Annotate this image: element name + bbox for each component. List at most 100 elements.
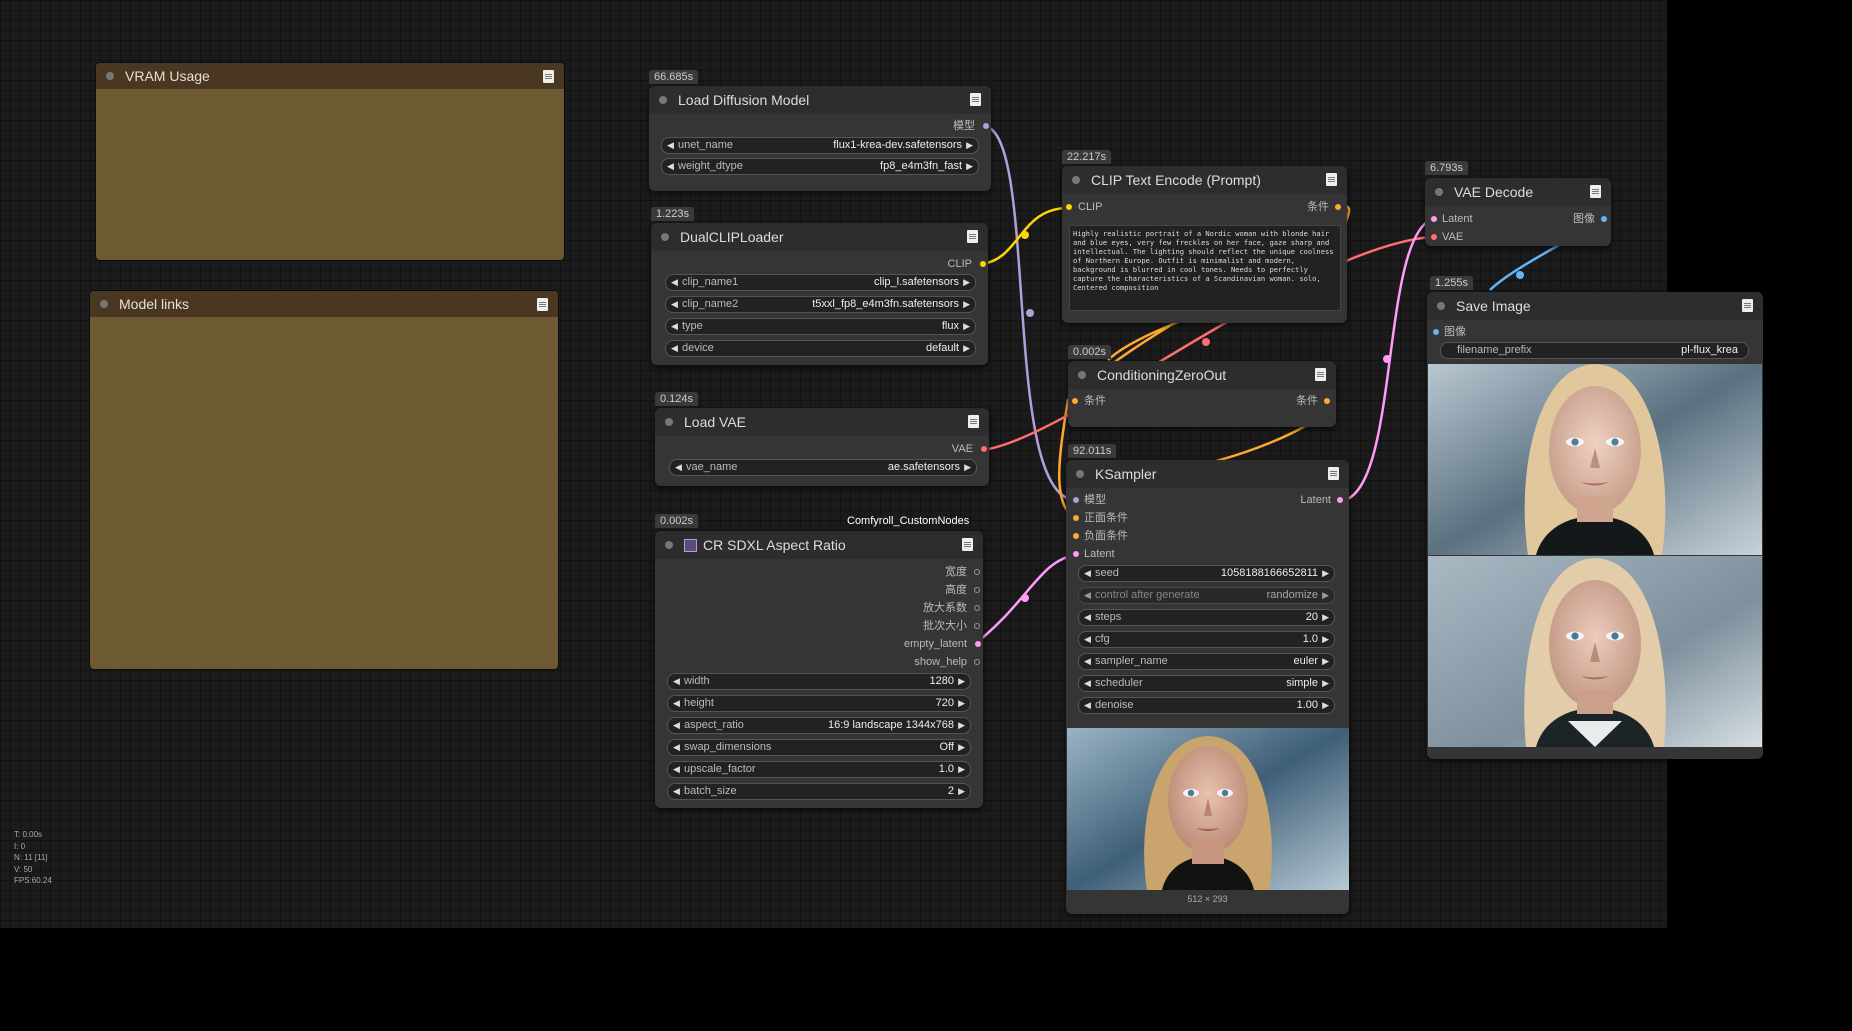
output-slot-height[interactable] xyxy=(974,587,980,593)
collapse-dot-icon[interactable] xyxy=(661,233,669,241)
collapse-dot-icon[interactable] xyxy=(100,300,108,308)
output-slot-model[interactable] xyxy=(983,123,989,129)
arrow-left-icon[interactable]: ◀ xyxy=(673,674,680,689)
arrow-left-icon[interactable]: ◀ xyxy=(1084,632,1091,647)
arrow-left-icon[interactable]: ◀ xyxy=(1084,566,1091,581)
output-slot-conditioning[interactable] xyxy=(1335,204,1341,210)
widget-type[interactable]: ◀ type flux ▶ xyxy=(665,318,976,335)
arrow-left-icon[interactable]: ◀ xyxy=(667,159,674,174)
widget-seed[interactable]: ◀ seed 1058188166652811 ▶ xyxy=(1078,565,1335,582)
arrow-left-icon[interactable]: ◀ xyxy=(671,341,678,356)
arrow-left-icon[interactable]: ◀ xyxy=(673,696,680,711)
widget-sampler-name[interactable]: ◀ sampler_name euler ▶ xyxy=(1078,653,1335,670)
arrow-right-icon[interactable]: ▶ xyxy=(964,460,971,475)
input-slot-latent[interactable] xyxy=(1073,551,1079,557)
node-title-bar[interactable]: Load Diffusion Model xyxy=(649,86,991,114)
node-load-diffusion-model[interactable]: Load Diffusion Model 模型 ◀ unet_name flux… xyxy=(649,86,991,191)
arrow-right-icon[interactable]: ▶ xyxy=(958,740,965,755)
widget-scheduler[interactable]: ◀ scheduler simple ▶ xyxy=(1078,675,1335,692)
arrow-right-icon[interactable]: ▶ xyxy=(963,319,970,334)
widget-cfg[interactable]: ◀ cfg 1.0 ▶ xyxy=(1078,631,1335,648)
output-slot-latent[interactable] xyxy=(1337,497,1343,503)
arrow-left-icon[interactable]: ◀ xyxy=(1084,654,1091,669)
output-slot-width[interactable] xyxy=(974,569,980,575)
arrow-right-icon[interactable]: ▶ xyxy=(958,674,965,689)
collapse-dot-icon[interactable] xyxy=(665,418,673,426)
document-icon[interactable] xyxy=(1328,467,1339,480)
arrow-right-icon[interactable]: ▶ xyxy=(963,297,970,312)
input-slot-model[interactable] xyxy=(1073,497,1079,503)
node-title-bar[interactable]: KSampler xyxy=(1066,460,1349,488)
output-slot-conditioning[interactable] xyxy=(1324,398,1330,404)
input-slot-clip[interactable] xyxy=(1066,204,1072,210)
arrow-left-icon[interactable]: ◀ xyxy=(673,784,680,799)
arrow-right-icon[interactable]: ▶ xyxy=(966,159,973,174)
collapse-dot-icon[interactable] xyxy=(1078,371,1086,379)
input-slot-image[interactable] xyxy=(1433,329,1439,335)
arrow-right-icon[interactable]: ▶ xyxy=(1322,588,1329,603)
output-slot-clip[interactable] xyxy=(980,261,986,267)
widget-vae-name[interactable]: ◀ vae_name ae.safetensors ▶ xyxy=(669,459,977,476)
document-icon[interactable] xyxy=(1315,368,1326,381)
group-vram-usage[interactable]: VRAM Usage xyxy=(96,63,564,260)
arrow-right-icon[interactable]: ▶ xyxy=(1322,654,1329,669)
widget-upscale-factor[interactable]: ◀ upscale_factor 1.0 ▶ xyxy=(667,761,971,778)
arrow-right-icon[interactable]: ▶ xyxy=(1322,610,1329,625)
arrow-right-icon[interactable]: ▶ xyxy=(958,718,965,733)
document-icon[interactable] xyxy=(543,70,554,83)
arrow-left-icon[interactable]: ◀ xyxy=(1084,698,1091,713)
arrow-right-icon[interactable]: ▶ xyxy=(958,762,965,777)
widget-batch-size[interactable]: ◀ batch_size 2 ▶ xyxy=(667,783,971,800)
widget-filename-prefix[interactable]: filename_prefix pl-flux_krea xyxy=(1440,342,1749,359)
saved-image-1[interactable] xyxy=(1428,364,1762,555)
node-title-bar[interactable]: CLIP Text Encode (Prompt) xyxy=(1062,166,1347,194)
output-slot-show-help[interactable] xyxy=(974,659,980,665)
group-title-bar[interactable]: VRAM Usage xyxy=(96,63,564,89)
collapse-dot-icon[interactable] xyxy=(1437,302,1445,310)
node-title-bar[interactable]: Load VAE xyxy=(655,408,989,436)
input-slot-vae[interactable] xyxy=(1431,234,1437,240)
document-icon[interactable] xyxy=(1326,173,1337,186)
arrow-right-icon[interactable]: ▶ xyxy=(958,696,965,711)
output-slot-image[interactable] xyxy=(1601,216,1607,222)
node-load-vae[interactable]: Load VAE VAE ◀ vae_name ae.safetensors ▶ xyxy=(655,408,989,486)
document-icon[interactable] xyxy=(537,298,548,311)
widget-clip-name1[interactable]: ◀ clip_name1 clip_l.safetensors ▶ xyxy=(665,274,976,291)
widget-width[interactable]: ◀ width 1280 ▶ xyxy=(667,673,971,690)
document-icon[interactable] xyxy=(1742,299,1753,312)
widget-weight-dtype[interactable]: ◀ weight_dtype fp8_e4m3fn_fast ▶ xyxy=(661,158,979,175)
preview-image[interactable] xyxy=(1067,728,1349,890)
widget-height[interactable]: ◀ height 720 ▶ xyxy=(667,695,971,712)
document-icon[interactable] xyxy=(967,230,978,243)
arrow-right-icon[interactable]: ▶ xyxy=(966,138,973,153)
node-save-image[interactable]: Save Image 图像 filename_prefix pl-flux_kr… xyxy=(1427,292,1763,759)
saved-image-2[interactable] xyxy=(1428,556,1762,747)
collapse-dot-icon[interactable] xyxy=(659,96,667,104)
arrow-left-icon[interactable]: ◀ xyxy=(673,718,680,733)
arrow-left-icon[interactable]: ◀ xyxy=(667,138,674,153)
arrow-right-icon[interactable]: ▶ xyxy=(1322,676,1329,691)
node-ksampler[interactable]: KSampler 模型 正面条件 负面条件 Latent Latent ◀ se… xyxy=(1066,460,1349,914)
document-icon[interactable] xyxy=(970,93,981,106)
group-title-bar[interactable]: Model links xyxy=(90,291,558,317)
node-title-bar[interactable]: DualCLIPLoader xyxy=(651,223,988,251)
widget-aspect-ratio[interactable]: ◀ aspect_ratio 16:9 landscape 1344x768 ▶ xyxy=(667,717,971,734)
arrow-left-icon[interactable]: ◀ xyxy=(1084,610,1091,625)
widget-control-after-generate[interactable]: ◀ control after generate randomize ▶ xyxy=(1078,587,1335,604)
collapse-dot-icon[interactable] xyxy=(1072,176,1080,184)
input-slot-latent[interactable] xyxy=(1431,216,1437,222)
group-model-links[interactable]: Model links xyxy=(90,291,558,669)
widget-steps[interactable]: ◀ steps 20 ▶ xyxy=(1078,609,1335,626)
input-slot-conditioning[interactable] xyxy=(1072,398,1078,404)
node-conditioning-zero-out[interactable]: ConditioningZeroOut 条件 条件 xyxy=(1068,361,1336,427)
output-slot-vae[interactable] xyxy=(981,446,987,452)
arrow-left-icon[interactable]: ◀ xyxy=(675,460,682,475)
node-title-bar[interactable]: ConditioningZeroOut xyxy=(1068,361,1336,389)
widget-clip-name2[interactable]: ◀ clip_name2 t5xxl_fp8_e4m3fn.safetensor… xyxy=(665,296,976,313)
input-slot-positive[interactable] xyxy=(1073,515,1079,521)
arrow-left-icon[interactable]: ◀ xyxy=(1084,676,1091,691)
output-slot-batch[interactable] xyxy=(974,623,980,629)
arrow-left-icon[interactable]: ◀ xyxy=(1084,588,1091,603)
widget-denoise[interactable]: ◀ denoise 1.00 ▶ xyxy=(1078,697,1335,714)
arrow-left-icon[interactable]: ◀ xyxy=(671,275,678,290)
